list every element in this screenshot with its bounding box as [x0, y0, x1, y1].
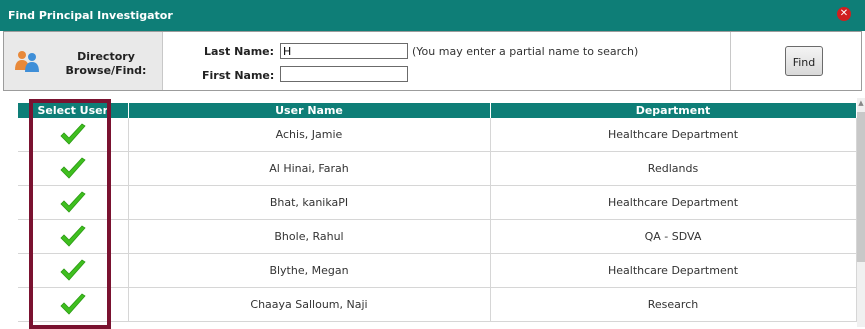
dialog-titlebar: Find Principal Investigator ✕	[0, 0, 865, 31]
users-table: Select User User Name Department Achis, …	[18, 103, 857, 322]
department-cell: Healthcare Department	[490, 185, 857, 220]
user-name-cell: Blythe, Megan	[128, 253, 491, 288]
search-hint: (You may enter a partial name to search)	[412, 45, 639, 58]
table-header-row: Select User User Name Department	[18, 103, 857, 118]
table-row: Blythe, Megan Healthcare Department	[18, 253, 857, 288]
checkmark-icon[interactable]	[59, 190, 87, 215]
find-box: Find	[730, 32, 862, 90]
department-cell: QA - SDVA	[490, 219, 857, 254]
table-row: Chaaya Salloum, Naji Research	[18, 287, 857, 322]
user-name-cell: Achis, Jamie	[128, 118, 491, 152]
dialog-title: Find Principal Investigator	[8, 9, 173, 22]
find-button[interactable]: Find	[785, 46, 823, 76]
checkmark-icon[interactable]	[59, 122, 87, 147]
scrollbar-thumb[interactable]	[857, 112, 865, 262]
last-name-label: Last Name:	[204, 45, 275, 58]
select-cell	[18, 118, 129, 152]
table-scrollbar[interactable]: ▲	[857, 98, 865, 327]
last-name-field[interactable]	[280, 43, 408, 59]
user-name-cell: Al Hinai, Farah	[128, 151, 491, 186]
directory-box: Directory Browse/Find:	[4, 32, 163, 90]
select-cell	[18, 151, 129, 186]
checkmark-icon[interactable]	[59, 258, 87, 283]
select-cell	[18, 219, 129, 254]
user-name-cell: Chaaya Salloum, Naji	[128, 287, 491, 322]
col-department: Department	[490, 103, 857, 118]
first-name-label: First Name:	[202, 69, 275, 82]
col-user-name: User Name	[128, 103, 491, 118]
checkmark-icon[interactable]	[59, 156, 87, 181]
checkmark-icon[interactable]	[59, 292, 87, 317]
table-row: Achis, Jamie Healthcare Department	[18, 118, 857, 152]
close-icon[interactable]: ✕	[837, 7, 851, 21]
first-name-field[interactable]	[280, 66, 408, 82]
checkmark-icon[interactable]	[59, 224, 87, 249]
select-cell	[18, 185, 129, 220]
select-cell	[18, 287, 129, 322]
department-cell: Redlands	[490, 151, 857, 186]
department-cell: Healthcare Department	[490, 253, 857, 288]
department-cell: Healthcare Department	[490, 118, 857, 152]
directory-label-line2: Browse/Find:	[65, 64, 147, 77]
col-select-user: Select User	[18, 103, 129, 118]
table-row: Bhat, kanikaPI Healthcare Department	[18, 185, 857, 220]
department-cell: Research	[490, 287, 857, 322]
user-name-cell: Bhole, Rahul	[128, 219, 491, 254]
search-panel: Directory Browse/Find: Last Name: First …	[3, 31, 862, 91]
table-row: Bhole, Rahul QA - SDVA	[18, 219, 857, 254]
people-icon	[15, 51, 39, 72]
scroll-up-icon[interactable]: ▲	[857, 98, 865, 108]
table-row: Al Hinai, Farah Redlands	[18, 151, 857, 186]
directory-label: Directory Browse/Find:	[56, 50, 156, 78]
select-cell	[18, 253, 129, 288]
user-name-cell: Bhat, kanikaPI	[128, 185, 491, 220]
directory-label-line1: Directory	[77, 50, 135, 63]
